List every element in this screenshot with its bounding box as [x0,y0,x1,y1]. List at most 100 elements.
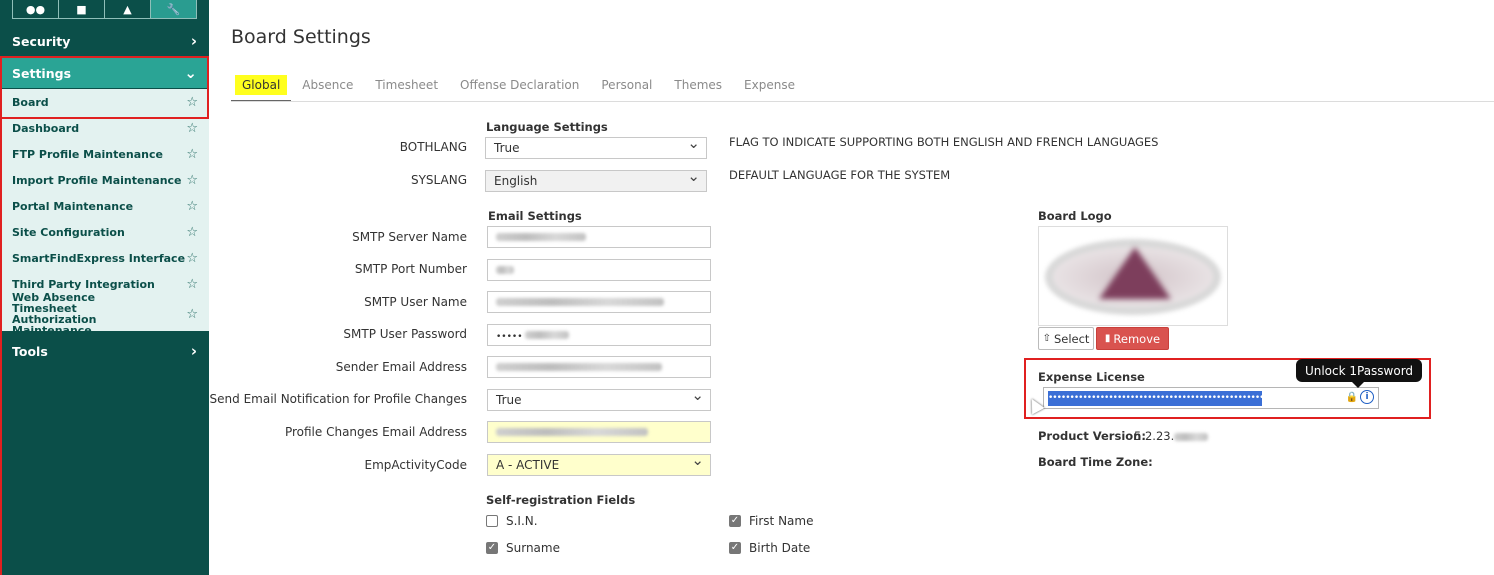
expense-license-label: Expense License [1038,370,1145,384]
product-version-value: 5.2.23. [1134,429,1209,443]
sidebar: ●● ■ ▲ 🔧 Security › Settings ⌄ Board ☆ D… [0,0,209,575]
main-content: Board Settings Global Absence Timesheet … [209,0,1494,575]
tab-personal[interactable]: Personal [590,72,663,102]
sidebar-item-import-profile[interactable]: Import Profile Maintenance ☆ [0,167,209,193]
sidebar-item-board[interactable]: Board ☆ [0,89,209,115]
syslang-description: DEFAULT LANGUAGE FOR THE SYSTEM [729,168,951,182]
profile-changes-email-label: Profile Changes Email Address [284,425,467,439]
tab-absence[interactable]: Absence [291,72,364,102]
sidebar-item-label: Import Profile Maintenance [12,173,182,187]
sidebar-item-label: Site Configuration [12,225,125,239]
sidebar-item-label: Board [12,95,49,109]
sidebar-item-dashboard[interactable]: Dashboard ☆ [0,115,209,141]
tab-themes[interactable]: Themes [663,72,733,102]
sidebar-section-security[interactable]: Security › [0,26,209,56]
smtp-server-label: SMTP Server Name [352,230,467,244]
star-icon[interactable]: ☆ [186,199,198,214]
product-version-label: Product Version: [1038,429,1146,443]
checkbox-surname[interactable]: ✓ Surname [486,541,560,555]
star-icon[interactable]: ☆ [186,173,198,188]
tabs-divider [231,101,1494,102]
smtp-user-label: SMTP User Name [364,295,467,309]
sidebar-tabs: ●● ■ ▲ 🔧 [12,0,197,19]
checkmark-icon[interactable]: ✓ [729,542,741,554]
checkmark-icon[interactable]: ✓ [729,515,741,527]
notify-profile-changes-label: Send Email Notification for Profile Chan… [209,392,467,406]
briefcase-icon[interactable]: ■ [59,0,105,18]
sidebar-item-label: FTP Profile Maintenance [12,147,163,161]
bothlang-description: FLAG TO INDICATE SUPPORTING BOTH ENGLISH… [729,135,1159,149]
sidebar-item-label: Web Absence Timesheet Authorization Main… [12,291,97,337]
settings-tabs: Global Absence Timesheet Offense Declara… [231,72,806,102]
checkmark-icon[interactable]: ✓ [486,542,498,554]
smtp-port-label: SMTP Port Number [354,262,467,276]
self-registration-heading: Self-registration Fields [486,493,636,507]
bothlang-label: BOTHLANG [399,140,467,154]
language-settings-heading: Language Settings [486,120,608,134]
sidebar-item-web-absence[interactable]: Web Absence Timesheet Authorization Main… [0,292,209,336]
logo-emblem [1099,247,1171,299]
password-manager-icons[interactable]: 🔒 i [1346,390,1374,404]
smtp-password-input[interactable]: ••••• [487,324,711,346]
star-icon[interactable]: ☆ [186,147,198,162]
sender-email-label: Sender Email Address [335,360,467,374]
star-icon[interactable]: ☆ [186,251,198,266]
unlock-1password-tooltip: Unlock 1Password [1296,359,1422,388]
sidebar-item-label: Third Party Integration [12,277,155,291]
sidebar-item-portal-maintenance[interactable]: Portal Maintenance ☆ [0,193,209,219]
emp-activity-code-label: EmpActivityCode [364,458,468,472]
wrench-icon[interactable]: 🔧 [151,0,196,18]
emp-activity-code-select[interactable]: A - ACTIVE [487,450,711,476]
trash-icon: ▮ [1104,333,1111,344]
checkbox-first-name[interactable]: ✓ First Name [729,514,813,528]
remove-logo-button[interactable]: ▮ Remove [1096,327,1169,350]
upload-icon: ⇧ [1042,333,1051,344]
section-label: Security [12,33,71,49]
email-settings-heading: Email Settings [488,209,582,223]
star-icon[interactable]: ☆ [186,308,198,321]
sidebar-item-smartfindexpress[interactable]: SmartFindExpress Interface ☆ [0,245,209,271]
chevron-down-icon: ⌄ [184,64,197,82]
syslang-select[interactable]: English [485,166,707,192]
chevron-right-icon: › [190,342,197,360]
sidebar-item-ftp-profile[interactable]: FTP Profile Maintenance ☆ [0,141,209,167]
star-icon[interactable]: ☆ [186,95,198,110]
sender-email-input[interactable] [487,356,711,378]
checkbox-sin[interactable]: S.I.N. [486,514,538,528]
sidebar-item-label: SmartFindExpress Interface [12,251,186,265]
person-icon[interactable]: ▲ [105,0,151,18]
people-icon[interactable]: ●● [13,0,59,18]
star-icon[interactable]: ☆ [186,277,198,292]
board-logo-image [1038,226,1228,326]
notify-profile-changes-select[interactable]: True [487,385,711,411]
lock-icon[interactable]: 🔒 [1346,392,1358,403]
smtp-port-input[interactable] [487,259,711,281]
sidebar-item-label: Dashboard [12,121,80,135]
tab-global[interactable]: Global [231,72,292,102]
tab-expense[interactable]: Expense [733,72,806,102]
smtp-server-input[interactable] [487,226,711,248]
board-time-zone-label: Board Time Zone: [1038,455,1153,469]
chevron-right-icon: › [190,32,197,50]
sidebar-section-settings[interactable]: Settings ⌄ [0,58,209,88]
section-label: Tools [12,343,48,359]
star-icon[interactable]: ☆ [186,121,198,136]
expense-license-value: ••••••••••••••••••••••••••••••••••••••••… [1048,391,1262,406]
smtp-password-label: SMTP User Password [343,327,467,341]
smtp-user-input[interactable] [487,291,711,313]
star-icon[interactable]: ☆ [186,225,198,240]
annotation-highlight-line [0,119,2,575]
expense-license-input[interactable]: ••••••••••••••••••••••••••••••••••••••••… [1043,387,1379,409]
sidebar-item-label: Portal Maintenance [12,199,134,213]
sidebar-section-tools[interactable]: Tools › [0,336,209,366]
tab-timesheet[interactable]: Timesheet [364,72,449,102]
tab-offense-declaration[interactable]: Offense Declaration [449,72,590,102]
sidebar-item-site-configuration[interactable]: Site Configuration ☆ [0,219,209,245]
1password-icon[interactable]: i [1360,390,1374,404]
checkbox-birth-date[interactable]: ✓ Birth Date [729,541,810,555]
select-logo-button[interactable]: ⇧ Select [1038,327,1094,350]
board-logo-heading: Board Logo [1038,209,1112,223]
profile-changes-email-input[interactable] [487,421,711,443]
checkbox-icon[interactable] [486,515,498,527]
bothlang-select[interactable]: True [485,133,707,159]
